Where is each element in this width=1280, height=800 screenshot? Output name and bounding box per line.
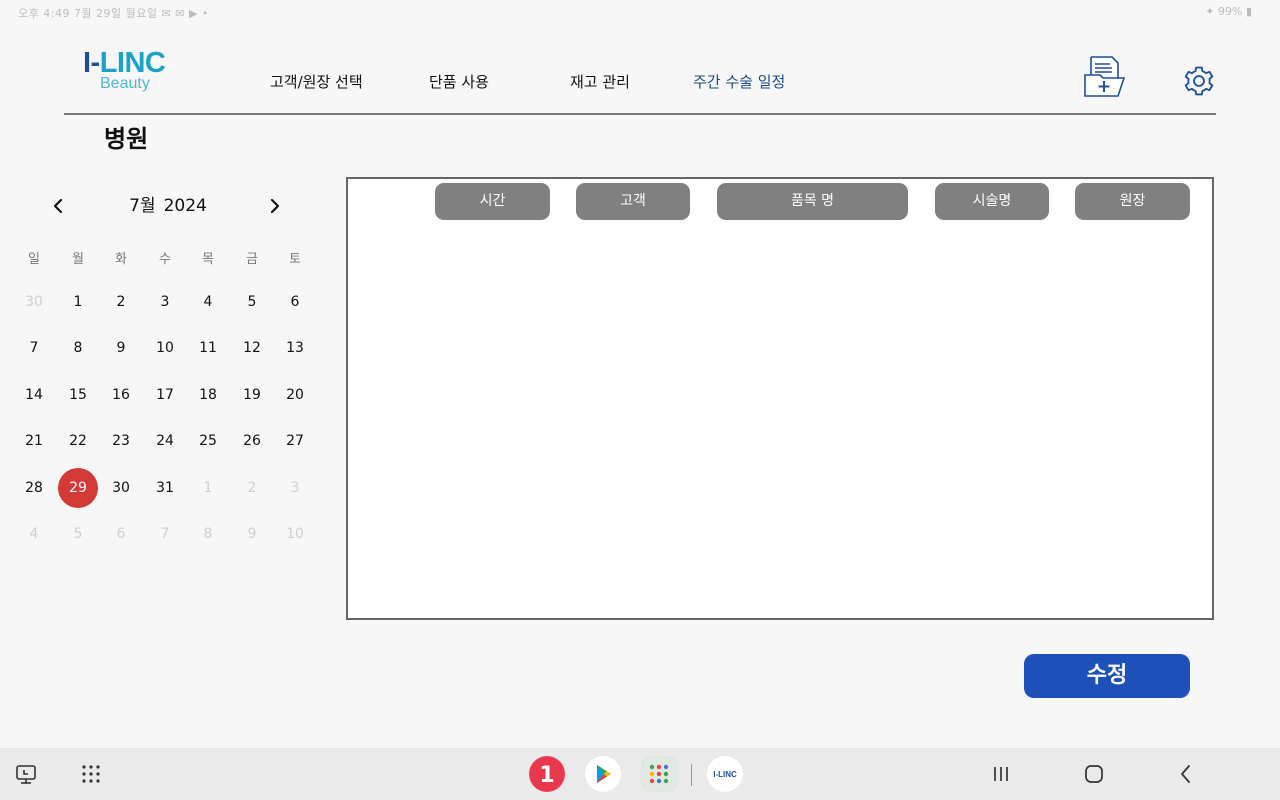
status-left: 오후 4:49 7월 29일 월요일 ✉ ✉ ▶ •: [18, 7, 209, 20]
calendar-day[interactable]: 15: [58, 375, 98, 415]
gear-icon[interactable]: [1182, 64, 1216, 98]
calendar-month: 7월: [129, 196, 156, 216]
calendar-day[interactable]: 22: [58, 421, 98, 461]
column-header-customer[interactable]: 고객: [576, 183, 690, 220]
calendar-day[interactable]: 27: [275, 421, 315, 461]
recent-screens-icon[interactable]: [14, 762, 38, 786]
calendar-day[interactable]: 12: [232, 328, 272, 368]
column-header-procedure[interactable]: 시술명: [935, 183, 1049, 220]
app-logo: I-LINC Beauty: [83, 47, 183, 99]
column-header-item-name[interactable]: 품목 명: [717, 183, 908, 220]
edit-button[interactable]: 수정: [1024, 654, 1190, 698]
calendar-day[interactable]: 20: [275, 375, 315, 415]
status-right: ✦ 99% ▮: [1205, 5, 1252, 18]
ilinc-app-icon[interactable]: I-LINC: [707, 756, 743, 792]
one-app-glyph: 1: [539, 763, 554, 788]
nav-item-inventory[interactable]: 재고 관리: [570, 72, 630, 94]
logo-prefix: I-: [83, 47, 100, 79]
calendar-day[interactable]: 13: [275, 328, 315, 368]
weekday-mon: 월: [72, 252, 84, 267]
calendar-day-selected[interactable]: 29: [58, 468, 98, 508]
calendar-day[interactable]: 11: [188, 328, 228, 368]
calendar-day[interactable]: 2: [101, 282, 141, 322]
column-header-time[interactable]: 시간: [435, 183, 550, 220]
calendar-day[interactable]: 19: [232, 375, 272, 415]
weekday-fri: 금: [246, 252, 258, 267]
calendar-year: 2024: [163, 196, 207, 216]
calendar-day-next-month[interactable]: 7: [145, 514, 185, 554]
calendar-day[interactable]: 6: [275, 282, 315, 322]
weekday-thu: 목: [202, 252, 214, 267]
calendar-day[interactable]: 3: [145, 282, 185, 322]
calendar-day[interactable]: 30: [101, 468, 141, 508]
calendar-day[interactable]: 31: [145, 468, 185, 508]
calendar-day[interactable]: 10: [145, 328, 185, 368]
back-button-icon[interactable]: [1174, 762, 1198, 786]
calendar-day[interactable]: 14: [14, 375, 54, 415]
calendar-day-next-month[interactable]: 5: [58, 514, 98, 554]
nav-item-customer-select[interactable]: 고객/원장 선택: [270, 72, 363, 94]
medical-document-icon[interactable]: [1082, 53, 1128, 99]
chevron-right-icon: [270, 198, 280, 214]
weekday-tue: 화: [115, 252, 127, 267]
calendar-day[interactable]: 9: [101, 328, 141, 368]
calendar-day[interactable]: 16: [101, 375, 141, 415]
calendar-day-next-month[interactable]: 6: [101, 514, 141, 554]
app-drawer-icon[interactable]: [79, 762, 103, 786]
weekday-sun: 일: [28, 252, 40, 267]
page-title: 병원: [104, 125, 149, 153]
recents-button-icon[interactable]: [989, 762, 1013, 786]
next-month-button[interactable]: [263, 194, 287, 218]
calendar-day[interactable]: 7: [14, 328, 54, 368]
header-divider: [64, 113, 1216, 115]
column-header-director[interactable]: 원장: [1075, 183, 1190, 220]
calendar-day-next-month[interactable]: 8: [188, 514, 228, 554]
weekday-sat: 토: [289, 252, 301, 267]
ilinc-app-label: I-LINC: [713, 770, 737, 779]
taskbar-divider: [691, 764, 692, 786]
weekday-wed: 수: [159, 252, 171, 267]
apps-folder-icon[interactable]: [641, 756, 677, 792]
calendar-day[interactable]: 4: [188, 282, 228, 322]
nav-item-weekly-surgery[interactable]: 주간 수술 일정: [693, 72, 785, 94]
calendar-day-next-month[interactable]: 3: [275, 468, 315, 508]
home-button-icon[interactable]: [1082, 762, 1106, 786]
calendar-day[interactable]: 18: [188, 375, 228, 415]
status-bar: 오후 4:49 7월 29일 월요일 ✉ ✉ ▶ • ✦ 99% ▮: [0, 0, 1280, 26]
logo-subtitle: Beauty: [100, 75, 150, 92]
calendar-day-prev-month[interactable]: 30: [14, 282, 54, 322]
calendar-day[interactable]: 23: [101, 421, 141, 461]
calendar-day[interactable]: 8: [58, 328, 98, 368]
calendar-day-next-month[interactable]: 9: [232, 514, 272, 554]
calendar-day-next-month[interactable]: 1: [188, 468, 228, 508]
calendar-month-title: 7월 2024: [98, 195, 238, 217]
calendar-day-next-month[interactable]: 4: [14, 514, 54, 554]
calendar-day[interactable]: 21: [14, 421, 54, 461]
calendar-day-next-month[interactable]: 2: [232, 468, 272, 508]
calendar-day[interactable]: 5: [232, 282, 272, 322]
chevron-left-icon: [53, 198, 63, 214]
schedule-table: [346, 177, 1214, 620]
calendar-day[interactable]: 24: [145, 421, 185, 461]
one-app-icon[interactable]: 1: [529, 756, 565, 792]
calendar-day[interactable]: 28: [14, 468, 54, 508]
nav-item-single-use[interactable]: 단품 사용: [429, 72, 489, 94]
calendar-day[interactable]: 25: [188, 421, 228, 461]
play-store-icon[interactable]: [585, 756, 621, 792]
prev-month-button[interactable]: [46, 194, 70, 218]
calendar-day[interactable]: 17: [145, 375, 185, 415]
calendar-day-next-month[interactable]: 10: [275, 514, 315, 554]
calendar-day[interactable]: 1: [58, 282, 98, 322]
calendar-day[interactable]: 26: [232, 421, 272, 461]
